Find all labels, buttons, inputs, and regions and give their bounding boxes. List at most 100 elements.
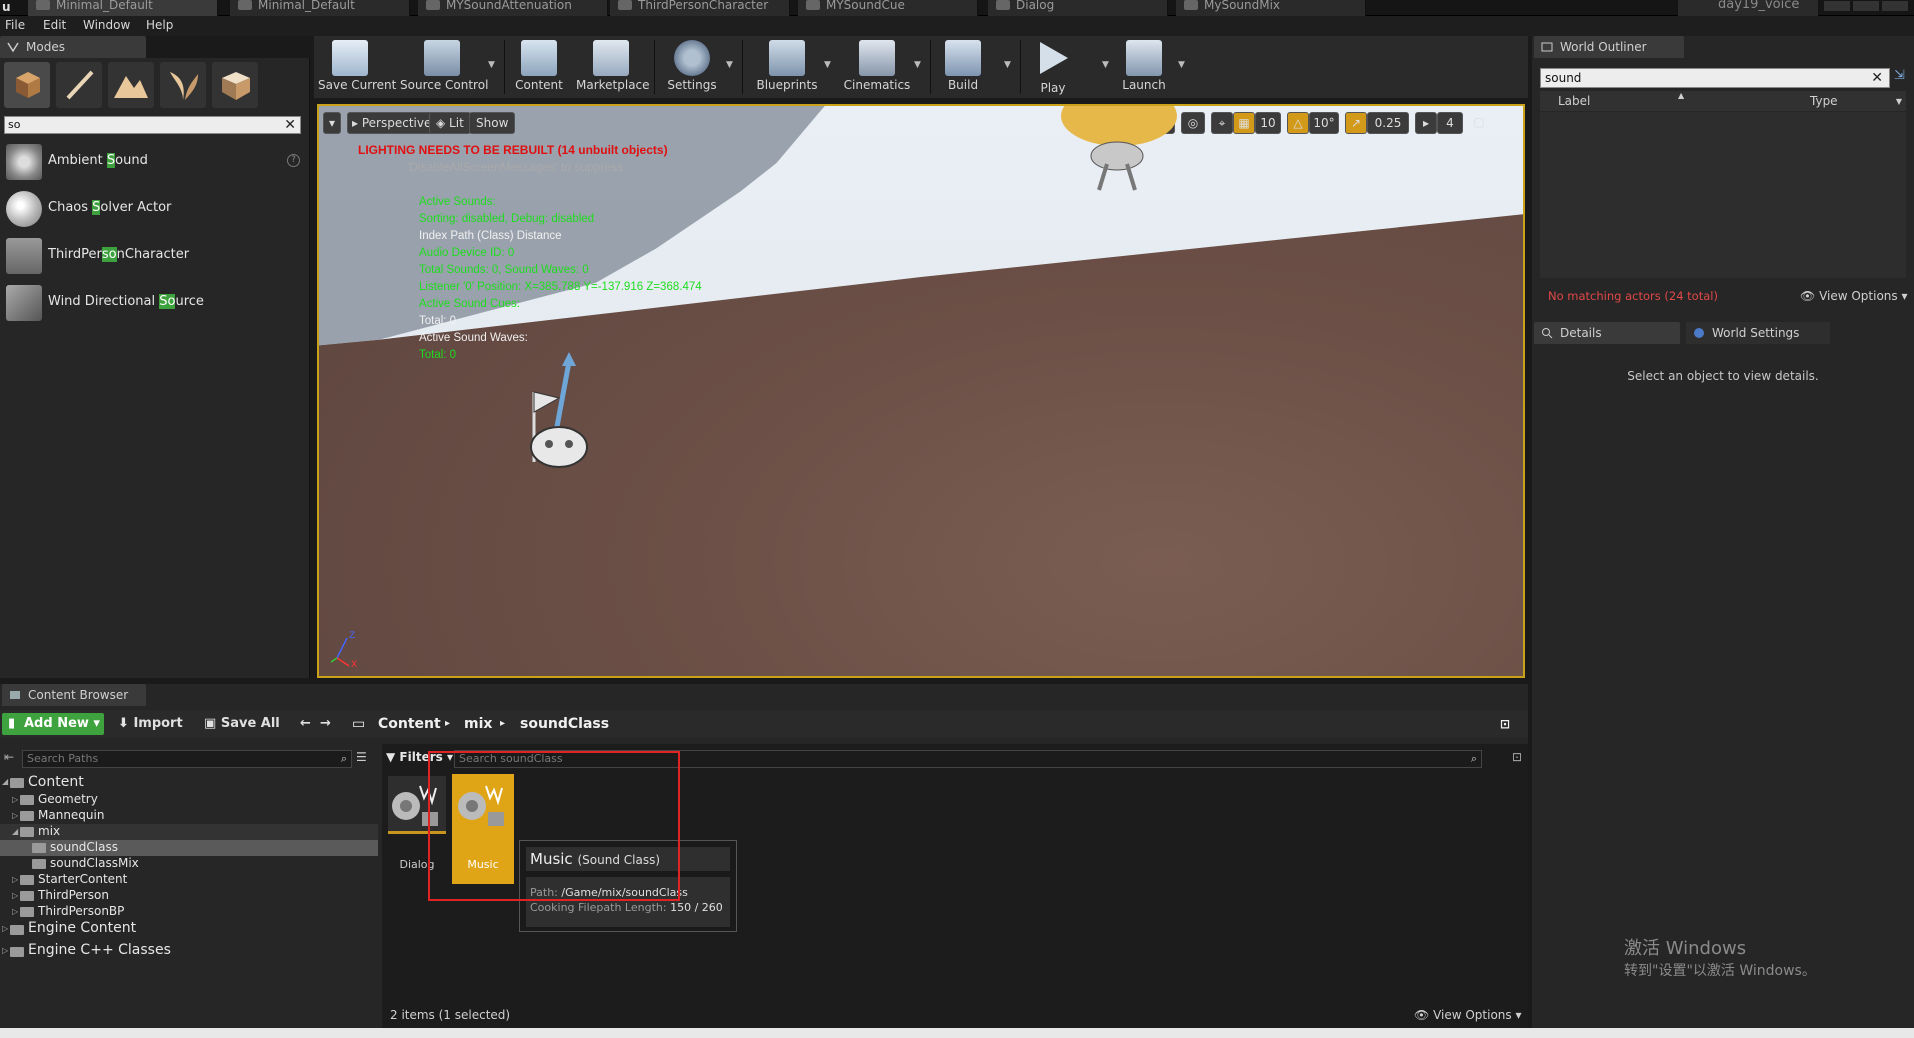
play-button[interactable]: Play	[1032, 38, 1074, 96]
level-viewport[interactable]: ▾ ▸ Perspective ◈ Lit Show ✥ ↻ ⤢ ◎ ⌖ ▦ 1…	[317, 104, 1525, 678]
maximize-viewport-icon[interactable]: ▢	[1471, 112, 1487, 134]
save-all-button[interactable]: ▣ Save All	[204, 713, 280, 735]
scale-snap-value[interactable]: 0.25	[1367, 112, 1409, 134]
collapsed-arrow-icon[interactable]: ▷	[12, 875, 18, 884]
tree-item-mannequin[interactable]: ▷ Mannequin	[0, 808, 378, 824]
history-back-button[interactable]: ←	[300, 713, 311, 735]
doc-tab-mysoundattenuation[interactable]: MYSoundAttenuation	[418, 0, 608, 16]
lock-icon[interactable]: ⊡	[1500, 713, 1510, 735]
content-button[interactable]: Content	[512, 38, 566, 96]
place-item-chaos-solver[interactable]: Chaos Solver Actor	[0, 187, 310, 233]
minimize-button[interactable]	[1824, 1, 1850, 11]
asset-view-options[interactable]: 👁 View Options ▾	[1414, 1008, 1522, 1022]
tree-item-geometry[interactable]: ▷ Geometry	[0, 792, 378, 808]
chevron-down-icon[interactable]: ▼	[1004, 60, 1011, 70]
source-control-button[interactable]: Source Control	[400, 38, 488, 96]
collapsed-arrow-icon[interactable]: ▷	[12, 907, 18, 916]
chevron-down-icon[interactable]: ▼	[1896, 97, 1902, 106]
breadcrumb-separator-icon[interactable]: ▸	[500, 713, 505, 735]
camera-speed-icon[interactable]: ▸	[1415, 112, 1437, 134]
tree-item-mix[interactable]: ◢ mix	[0, 824, 378, 840]
collapsed-arrow-icon[interactable]: ▷	[12, 891, 18, 900]
doc-tab-minimal-default-1[interactable]: Minimal_Default	[28, 0, 218, 16]
chevron-down-icon[interactable]: ▼	[1178, 60, 1185, 70]
tab-world-outliner[interactable]: World Outliner	[1534, 36, 1684, 58]
tree-item-soundclass[interactable]: soundClass	[0, 840, 378, 856]
doc-tab-mysoundmix[interactable]: MySoundMix	[1176, 0, 1366, 16]
add-new-button[interactable]: ▮ Add New ▾	[2, 713, 104, 735]
menu-file[interactable]: File	[5, 18, 25, 32]
outliner-search-input[interactable]: sound ✕	[1540, 68, 1890, 88]
tab-details[interactable]: Details	[1534, 322, 1680, 344]
doc-tab-mysoundcue[interactable]: MYSoundCue	[798, 0, 978, 16]
viewport-options-button[interactable]: ▾	[323, 112, 341, 134]
blueprints-button[interactable]: Blueprints	[752, 38, 822, 96]
tree-item-startercontent[interactable]: ▷ StarterContent	[0, 872, 378, 888]
list-view-icon[interactable]: ☰	[356, 750, 367, 764]
help-icon[interactable]: ?	[287, 154, 300, 167]
unreal-logo-icon[interactable]: u	[0, 0, 16, 16]
tree-item-thirdpersonbp[interactable]: ▷ ThirdPersonBP	[0, 904, 378, 920]
collapsed-arrow-icon[interactable]: ▷	[2, 924, 8, 933]
world-icon[interactable]: ◎	[1181, 112, 1205, 134]
doc-tab-thirdpersoncharacter[interactable]: ThirdPersonCharacter	[610, 0, 790, 16]
chevron-down-icon[interactable]: ▼	[1102, 60, 1109, 70]
perspective-button[interactable]: ▸ Perspective	[347, 112, 439, 134]
collapsed-arrow-icon[interactable]: ▷	[2, 946, 8, 955]
tab-content-browser[interactable]: Content Browser	[2, 684, 146, 706]
rotation-snap-icon[interactable]: △	[1287, 112, 1309, 134]
doc-tab-minimal-default-2[interactable]: Minimal_Default	[230, 0, 410, 16]
foliage-mode-button[interactable]	[160, 62, 206, 108]
maximize-button[interactable]	[1853, 1, 1879, 11]
collapsed-arrow-icon[interactable]: ▷	[12, 795, 18, 804]
place-mode-button[interactable]	[4, 62, 50, 108]
tree-item-engine-cpp-classes[interactable]: ▷ Engine C++ Classes	[0, 942, 378, 962]
path-search-input[interactable]: Search Paths ⌕	[22, 750, 352, 768]
lit-button[interactable]: ◈ Lit	[429, 112, 471, 134]
doc-tab-dialog[interactable]: Dialog	[988, 0, 1168, 16]
breadcrumb-content[interactable]: Content	[378, 713, 441, 735]
geometry-mode-button[interactable]	[212, 62, 258, 108]
tree-item-thirdperson[interactable]: ▷ ThirdPerson	[0, 888, 378, 904]
build-button[interactable]: Build	[940, 38, 986, 96]
settings-button[interactable]: Settings	[660, 38, 724, 96]
import-button[interactable]: ⬇ Import	[118, 713, 183, 735]
breadcrumb-separator-icon[interactable]: ▸	[445, 713, 450, 735]
rotation-snap-value[interactable]: 10°	[1309, 112, 1339, 134]
launch-button[interactable]: Launch	[1118, 38, 1170, 96]
collapsed-arrow-icon[interactable]: ▷	[12, 811, 18, 820]
place-item-wind-directional-source[interactable]: Wind Directional Source	[0, 281, 310, 327]
clear-search-icon[interactable]: ✕	[284, 117, 296, 133]
camera-speed-value[interactable]: 4	[1437, 112, 1463, 134]
outliner-list[interactable]	[1540, 112, 1906, 278]
chevron-down-icon[interactable]: ▼	[914, 60, 921, 70]
menu-window[interactable]: Window	[83, 18, 130, 32]
place-item-ambient-sound[interactable]: Ambient Sound ?	[0, 140, 310, 186]
tab-modes[interactable]: Modes	[0, 36, 146, 58]
save-current-button[interactable]: Save Current	[318, 38, 396, 96]
expanded-arrow-icon[interactable]: ◢	[12, 827, 18, 836]
tree-item-content[interactable]: ◢ Content	[0, 774, 378, 792]
outliner-view-options[interactable]: 👁 View Options ▾	[1800, 289, 1908, 303]
breadcrumb-root-icon[interactable]: ▭	[352, 713, 365, 735]
menu-help[interactable]: Help	[146, 18, 173, 32]
chevron-down-icon[interactable]: ▼	[726, 60, 733, 70]
breadcrumb-soundclass[interactable]: soundClass	[520, 713, 609, 735]
close-window-button[interactable]	[1882, 1, 1908, 11]
clear-search-icon[interactable]: ✕	[1871, 69, 1883, 87]
grid-snap-icon[interactable]: ▦	[1233, 112, 1255, 134]
column-label-header[interactable]: Label	[1558, 94, 1590, 108]
directional-light-actor-icon[interactable]	[1059, 106, 1179, 196]
grid-snap-value[interactable]: 10	[1255, 112, 1281, 134]
column-type-header[interactable]: Type	[1810, 94, 1838, 108]
pin-actor-icon[interactable]: ⇲	[1894, 68, 1905, 83]
expanded-arrow-icon[interactable]: ◢	[2, 777, 8, 786]
show-button[interactable]: Show	[469, 112, 516, 134]
modes-search-input[interactable]: so ✕	[4, 116, 301, 134]
history-forward-button[interactable]: →	[320, 713, 331, 735]
tree-item-soundclassmix[interactable]: soundClassMix	[0, 856, 378, 872]
player-start-gamepad-icon[interactable]	[514, 352, 594, 482]
collapse-sources-icon[interactable]: ⇤	[4, 750, 14, 764]
menu-edit[interactable]: Edit	[43, 18, 66, 32]
marketplace-button[interactable]: Marketplace	[576, 38, 650, 96]
